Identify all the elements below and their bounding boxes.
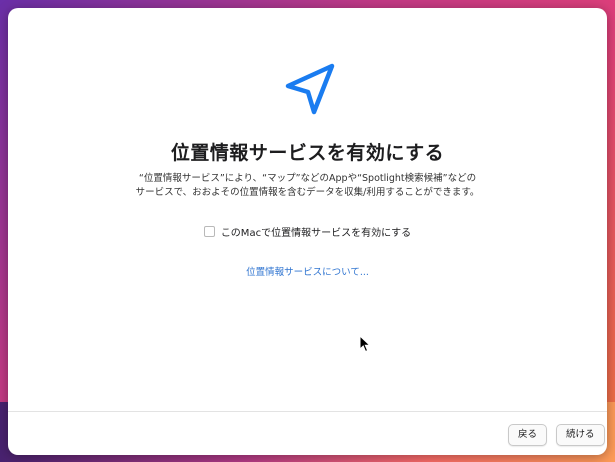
enable-location-option[interactable]: このMacで位置情報サービスを有効にする <box>8 224 607 239</box>
back-button[interactable]: 戻る <box>508 424 548 446</box>
enable-location-label[interactable]: このMacで位置情報サービスを有効にする <box>221 228 411 239</box>
page-title: 位置情報サービスを有効にする <box>170 142 445 164</box>
description-line-1: “位置情報サービス”により、“マップ”などのAppや“Spotlight検索候補… <box>138 173 477 184</box>
location-arrow-icon <box>285 63 335 115</box>
continue-button[interactable]: 続ける <box>556 424 605 446</box>
description-line-2: サービスで、おおよその位置情報を含むデータを収集/利用することができます。 <box>135 187 480 198</box>
description: “位置情報サービス”により、“マップ”などのAppや“Spotlight検索候補… <box>68 172 547 200</box>
setup-assistant-window: 位置情報サービスを有効にする “位置情報サービス”により、“マップ”などのApp… <box>8 8 607 455</box>
footer-divider <box>8 411 607 412</box>
enable-location-checkbox[interactable] <box>203 226 215 237</box>
about-location-services-link[interactable]: 位置情報サービスについて... <box>8 264 607 278</box>
mouse-pointer-icon <box>359 335 371 353</box>
